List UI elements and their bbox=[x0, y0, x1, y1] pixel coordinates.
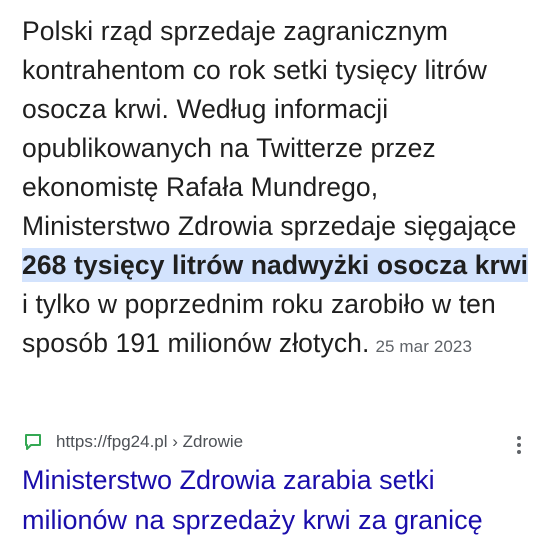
more-vert-icon bbox=[517, 436, 521, 440]
chat-bubble-icon bbox=[22, 431, 44, 453]
result-source-row[interactable]: https://fpg24.pl › Zdrowie bbox=[22, 428, 537, 456]
more-options-button[interactable] bbox=[509, 432, 529, 458]
result-title-link[interactable]: Ministerstwo Zdrowia zarabia setki milio… bbox=[22, 460, 532, 540]
result-url[interactable]: https://fpg24.pl › Zdrowie bbox=[56, 432, 243, 452]
snippet-text-before: Polski rząd sprzedaje zagranicznym kontr… bbox=[22, 16, 517, 241]
result-snippet: Polski rząd sprzedaje zagranicznym kontr… bbox=[22, 12, 532, 366]
snippet-date: 25 mar 2023 bbox=[375, 337, 473, 356]
snippet-highlight: 268 tysięcy litrów nadwyżki osocza krwi bbox=[22, 248, 529, 282]
